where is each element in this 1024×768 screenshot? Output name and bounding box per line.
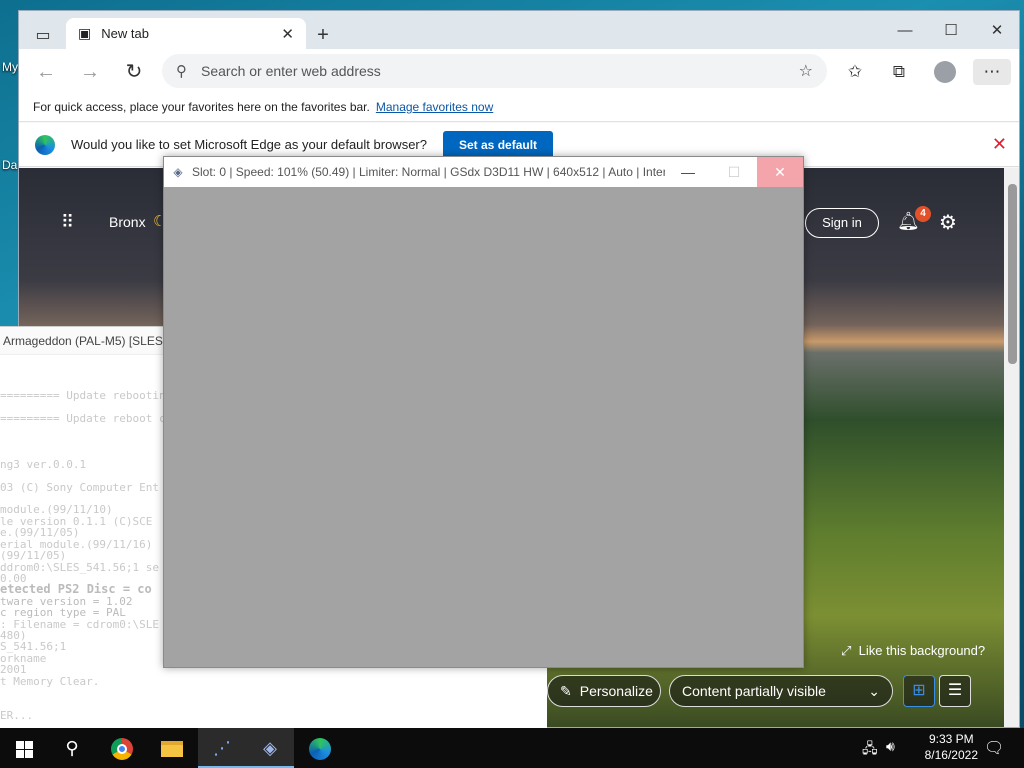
volume-icon[interactable]: 🔊︎ [886,738,895,755]
taskbar: ⚲ ⋰ ◈ 🖧 🔊︎ 9:33 PM 8/16/2022 🗨︎ [0,728,1024,768]
start-button[interactable] [0,728,48,768]
notification-center-icon[interactable]: 🗨︎ [984,738,1004,758]
gsdx-title: Slot: 0 | Speed: 101% (50.49) | Limiter:… [192,165,665,179]
close-infobar-icon[interactable]: ✕ [992,134,1007,155]
log-line: 03 (C) Sony Computer Ent [0,480,159,494]
like-background-link[interactable]: ⤢ Like this background? [841,643,985,659]
chevron-down-icon: ⌄ [868,682,880,699]
clock-date: 8/16/2022 [924,748,978,762]
expand-icon: ⤢ [841,643,852,658]
content-visibility-dropdown[interactable]: Content partially visible ⌄ [669,675,893,707]
personalize-button[interactable]: ✎ Personalize [547,675,661,707]
address-bar[interactable]: ⚲ Search or enter web address ☆ [162,54,827,88]
close-window-button[interactable]: ✕ [757,157,803,187]
grid-layout-button[interactable]: ⊞ [903,675,935,707]
new-tab-page-icon: ▣ [78,25,92,41]
chrome-icon[interactable] [98,728,146,768]
tab-actions-icon[interactable]: ▭ [31,23,55,47]
new-tab-button[interactable]: + [311,23,335,47]
refresh-button[interactable]: ↻ [121,59,147,85]
log-line: ng3 ver.0.0.1 [0,457,87,471]
minimize-button[interactable]: — [665,157,711,187]
weather-location[interactable]: Bronx [109,214,146,230]
desktop-icon-label[interactable]: Da [2,158,17,172]
maximize-button: ☐ [727,164,741,180]
notification-badge: 4 [915,206,931,222]
file-explorer-icon[interactable] [148,728,196,768]
search-icon[interactable]: ⚲ [48,728,96,768]
windows-logo-icon [15,740,33,758]
gsdx-render-window[interactable]: ◈ Slot: 0 | Speed: 101% (50.49) | Limite… [163,156,804,668]
pcsx2-app-icon: ◈ [173,165,183,179]
infobar-text: Would you like to set Microsoft Edge as … [71,137,427,152]
address-placeholder: Search or enter web address [201,63,381,79]
gsdx-titlebar[interactable]: ◈ Slot: 0 | Speed: 101% (50.49) | Limite… [164,157,803,187]
log-line: ========= Update rebooting [0,389,173,403]
close-window-button[interactable]: ✕ [977,19,1017,43]
tab-new-tab[interactable]: ▣ New tab ✕ [66,18,306,49]
collections-icon[interactable]: ⧉ [885,59,913,85]
app-launcher-icon[interactable]: ⠿ [61,212,75,233]
desktop-icon-label[interactable]: My [2,60,18,74]
ntp-bottom-bar: ✎ Personalize Content partially visible … [547,673,1004,713]
favorites-icon[interactable]: ✩ [841,59,869,85]
pcsx2-console-task[interactable]: ⋰ [198,728,246,768]
back-button[interactable]: ← [33,59,59,85]
favorites-bar: For quick access, place your favorites h… [19,93,1019,122]
tab-title: New tab [101,26,149,41]
scrollbar-thumb[interactable] [1008,184,1017,364]
pencil-icon: ✎ [560,682,572,699]
maximize-button[interactable]: ☐ [931,19,971,43]
personalize-label: Personalize [579,683,653,699]
like-background-label: Like this background? [858,643,986,658]
browser-toolbar: ← → ↻ ⚲ Search or enter web address ☆ ✩ … [19,49,1019,93]
settings-more-button[interactable]: ⋯ [973,59,1011,85]
log-line: ER... [0,708,34,722]
set-as-default-button[interactable]: Set as default [443,130,554,159]
network-icon[interactable]: 🖧 [862,738,878,762]
edge-task[interactable] [296,728,344,768]
content-visibility-label: Content partially visible [682,683,826,699]
log-line: ========= Update reboot co [0,412,173,426]
edge-logo-icon [35,134,55,155]
profile-avatar[interactable] [931,59,959,85]
page-scrollbar[interactable] [1004,168,1019,727]
add-favorite-icon[interactable]: ☆ [799,61,813,81]
favbar-text: For quick access, place your favorites h… [33,100,370,114]
close-tab-icon[interactable]: ✕ [281,25,294,43]
manage-favorites-link[interactable]: Manage favorites now [376,100,493,114]
clock-time: 9:33 PM [928,732,974,746]
search-icon: ⚲ [176,63,187,80]
tab-bar: ▭ ▣ New tab ✕ + — ☐ ✕ [19,11,1019,49]
sign-in-button[interactable]: Sign in [805,208,879,238]
log-line: t Memory Clear. [0,674,100,688]
pcsx2-gsdx-task[interactable]: ◈ [246,728,294,768]
gear-icon[interactable]: ⚙ [939,210,957,235]
list-layout-button[interactable]: ☰ [939,675,971,707]
system-clock[interactable]: 9:33 PM 8/16/2022 [925,731,978,763]
forward-button[interactable]: → [77,59,103,85]
minimize-button[interactable]: — [885,19,925,43]
